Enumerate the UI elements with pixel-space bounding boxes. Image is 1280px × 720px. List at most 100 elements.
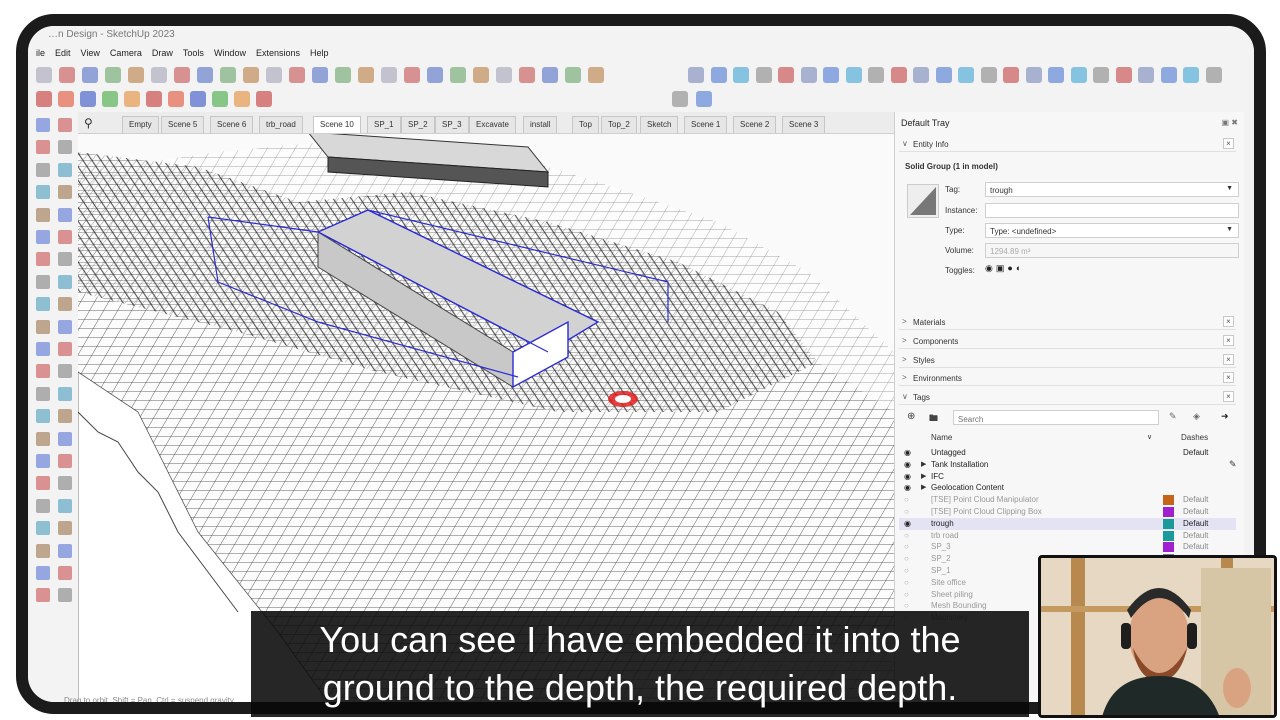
menu-item[interactable]: Extensions [251, 46, 305, 60]
menu-item[interactable]: Camera [105, 46, 147, 60]
toolbar-right-tool-icon[interactable] [733, 67, 749, 83]
expand-arrow-icon[interactable]: ▶ [921, 483, 926, 491]
scene-tab[interactable]: SP_2 [401, 116, 435, 133]
left-tool-icon[interactable] [58, 543, 72, 558]
color-by-tag-icon[interactable]: ◈ [1193, 411, 1200, 422]
add-tag-icon[interactable]: ⊕ [907, 411, 915, 422]
tag-color-swatch[interactable] [1163, 542, 1174, 553]
expand-arrow-icon[interactable]: ▶ [921, 460, 926, 468]
tray-pin-icon[interactable]: ▣ ✖ [1222, 118, 1238, 127]
scene-search-icon[interactable]: ⚲ [84, 116, 100, 130]
scene-tab[interactable]: Scene 6 [210, 116, 254, 133]
toolbar-tool-icon[interactable] [266, 67, 282, 83]
left-tool-icon[interactable] [36, 319, 50, 334]
sandbox-tool-icon[interactable] [58, 91, 74, 107]
scene-tab[interactable]: Scene 3 [782, 116, 826, 133]
left-tool-icon[interactable] [36, 297, 50, 312]
left-tool-icon[interactable] [36, 207, 50, 222]
left-tool-icon[interactable] [36, 274, 50, 289]
menu-item[interactable]: Help [305, 46, 334, 60]
menu-item[interactable]: Draw [147, 46, 178, 60]
sandbox-tool-icon[interactable] [36, 91, 52, 107]
sandbox-tool-icon[interactable] [102, 91, 118, 107]
section-tool-icon[interactable] [696, 91, 712, 107]
toolbar-tool-icon[interactable] [588, 67, 604, 83]
scene-tab[interactable]: SP_3 [435, 116, 469, 133]
close-icon[interactable]: × [1223, 372, 1234, 384]
tag-row[interactable]: ○ [TSE] Point Cloud Clipping Box Default [899, 506, 1236, 518]
left-tool-icon[interactable] [36, 543, 50, 558]
panel-header-materials[interactable]: > Materials × [899, 314, 1236, 330]
toolbar-right-tool-icon[interactable] [1160, 67, 1177, 83]
toolbar-right-tool-icon[interactable] [688, 67, 704, 83]
toolbar-right-tool-icon[interactable] [1093, 67, 1109, 83]
toolbar-right-tool-icon[interactable] [913, 67, 929, 83]
left-tool-icon[interactable] [36, 409, 50, 424]
scene-tab[interactable]: Empty [122, 116, 159, 133]
tag-color-swatch[interactable] [1163, 530, 1174, 541]
toolbar-right-tool-icon[interactable] [710, 67, 727, 83]
toolbar-tool-icon[interactable] [381, 67, 397, 83]
scene-tab[interactable]: Top_2 [601, 116, 637, 133]
toolbar-tool-icon[interactable] [427, 67, 443, 83]
panel-header-components[interactable]: > Components × [899, 333, 1236, 349]
toolbar-tool-icon[interactable] [82, 67, 98, 83]
left-tool-icon[interactable] [58, 162, 72, 177]
tag-row[interactable]: ○ [TSE] Point Cloud Manipulator Default [899, 494, 1236, 506]
details-arrow-icon[interactable]: ➜ [1221, 411, 1229, 422]
left-tool-icon[interactable] [58, 431, 72, 446]
left-tool-icon[interactable] [36, 185, 50, 200]
left-tool-icon[interactable] [58, 185, 72, 200]
receive-shadow-icon[interactable]: ◐ [1016, 263, 1024, 273]
tag-row[interactable]: ◉ ▶ IFC [899, 471, 1236, 483]
toolbar-tool-icon[interactable] [312, 67, 328, 83]
tag-color-swatch[interactable] [1163, 518, 1174, 529]
tag-dashes[interactable]: Default [1183, 448, 1208, 457]
eye-icon[interactable]: ◉ [904, 472, 911, 481]
toolbar-tool-icon[interactable] [174, 67, 190, 83]
toolbar-tool-icon[interactable] [289, 67, 305, 83]
toolbar-tool-icon[interactable] [519, 67, 535, 83]
entity-info-header[interactable]: ∨ Entity Info × [899, 136, 1236, 152]
toolbar-tool-icon[interactable] [105, 67, 121, 83]
menu-item[interactable]: Edit [50, 46, 76, 60]
close-icon[interactable]: × [1223, 353, 1234, 365]
eye-icon[interactable]: ◉ [904, 460, 911, 469]
left-tool-icon[interactable] [36, 431, 50, 446]
scene-tab[interactable]: Scene 1 [684, 116, 728, 133]
sort-chevron-icon[interactable]: ∨ [1147, 433, 1152, 441]
eye-hidden-icon[interactable]: ○ [904, 590, 909, 599]
left-tool-icon[interactable] [58, 207, 72, 222]
sandbox-tool-icon[interactable] [212, 91, 228, 107]
left-tool-icon[interactable] [58, 364, 72, 379]
left-tool-icon[interactable] [58, 274, 72, 289]
sandbox-tool-icon[interactable] [168, 91, 184, 107]
menu-item[interactable]: ile [28, 46, 50, 60]
scene-tab[interactable]: Top [572, 116, 599, 133]
scene-tab[interactable]: Scene 5 [161, 116, 205, 133]
left-tool-icon[interactable] [36, 140, 50, 155]
expand-arrow-icon[interactable]: ▶ [921, 472, 926, 480]
left-tool-icon[interactable] [36, 566, 50, 580]
left-tool-icon[interactable] [58, 566, 72, 580]
tag-dashes[interactable]: Default [1183, 531, 1208, 540]
eye-hidden-icon[interactable]: ○ [904, 542, 909, 551]
sandbox-tool-icon[interactable] [146, 91, 162, 107]
menu-item[interactable]: Window [209, 46, 251, 60]
toolbar-tool-icon[interactable] [243, 67, 259, 83]
lock-icon[interactable]: ▣ [996, 263, 1008, 273]
toolbar-tool-icon[interactable] [335, 67, 351, 83]
eye-icon[interactable]: ◉ [904, 519, 911, 528]
toolbar-right-tool-icon[interactable] [935, 67, 952, 83]
left-tool-icon[interactable] [58, 230, 72, 244]
scene-tab[interactable]: Scene 2 [733, 116, 777, 133]
left-tool-icon[interactable] [36, 342, 50, 356]
eye-icon[interactable]: ◉ [904, 483, 911, 492]
toolbar-right-tool-icon[interactable] [800, 67, 817, 83]
scene-tab[interactable]: install [523, 116, 558, 133]
left-tool-icon[interactable] [36, 521, 50, 536]
left-tool-icon[interactable] [58, 588, 72, 603]
panel-header-styles[interactable]: > Styles × [899, 352, 1236, 368]
left-tool-icon[interactable] [36, 588, 50, 603]
panel-header-environments[interactable]: > Environments × [899, 370, 1236, 387]
